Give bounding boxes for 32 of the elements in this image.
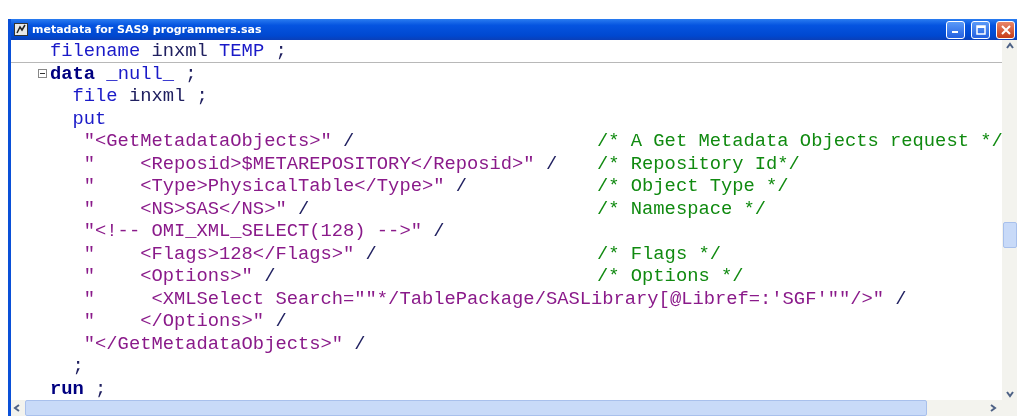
code-line: file inxml ;	[71, 85, 209, 108]
program-file-icon	[14, 23, 28, 36]
collapse-icon[interactable]	[38, 69, 47, 79]
minimize-button[interactable]	[946, 20, 965, 39]
code-line: "</GetMetadataObjects>" /	[82, 332, 367, 355]
code-line: ;	[71, 355, 85, 378]
maximize-button[interactable]	[971, 20, 990, 39]
close-icon	[1000, 24, 1011, 35]
code-line: " </Options>" /	[82, 310, 288, 333]
code-comment: /* Namespace */	[597, 197, 767, 220]
code-line: data _null_ ;	[50, 62, 198, 85]
code-line: " <Flags>128</Flags>" /	[82, 242, 378, 265]
code-comment: /* Repository Id*/	[597, 152, 800, 175]
code-line: " <Options>" /	[82, 265, 277, 288]
code-line: run ;	[50, 377, 108, 400]
code-comment: /* Options */	[597, 265, 744, 288]
code-line: " <Reposid>$METAREPOSITORY</Reposid>" /	[82, 152, 559, 175]
code-line: " <Type>PhysicalTable</Type>" /	[82, 175, 469, 198]
code-line: filename inxml TEMP ;	[50, 40, 288, 62]
code-comment: /* A Get Metadata Objects request */	[597, 130, 1002, 153]
window-title: metadata for SAS9 programmers.sas	[32, 23, 263, 36]
scroll-thumb[interactable]	[1002, 222, 1017, 248]
code-line: put	[71, 107, 108, 130]
code-comment: /* Flags */	[597, 242, 721, 265]
code-comment: /* Object Type */	[597, 175, 789, 198]
code-line: "<GetMetadataObjects>" /	[82, 130, 356, 153]
code-line: "<!-- OMI_XML_SELECT(128) -->" /	[82, 220, 446, 243]
code-line: " <NS>SAS</NS>" /	[82, 197, 311, 220]
code-line: " <XMLSelect Search=""*/TablePackage/SASLibrary[@Libref=:'SGF'""/>" /	[82, 287, 907, 310]
vertical-scrollbar[interactable]	[1002, 40, 1017, 400]
maximize-icon	[975, 24, 986, 35]
close-button[interactable]	[996, 20, 1015, 39]
